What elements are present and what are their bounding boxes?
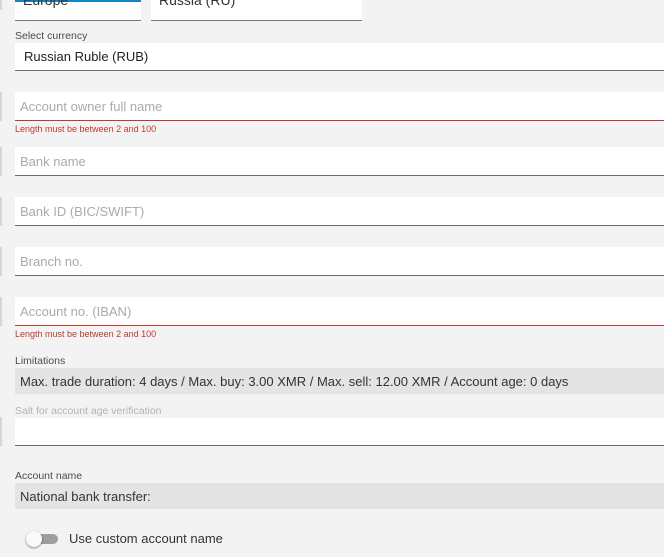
salt-label: Salt for account age verification — [15, 405, 162, 417]
branch-no-input[interactable]: Branch no. — [15, 247, 664, 276]
currency-select[interactable]: Russian Ruble (RUB) — [15, 43, 664, 71]
region-select-value: Europe — [23, 0, 69, 8]
account-name-label: Account name — [15, 470, 83, 482]
left-edge-marker — [0, 297, 2, 326]
account-no-placeholder: Account no. (IBAN) — [20, 303, 132, 319]
account-owner-input[interactable]: Account owner full name — [15, 92, 664, 121]
custom-account-name-toggle[interactable] — [26, 531, 59, 547]
custom-account-name-row[interactable]: Use custom account name — [26, 528, 223, 548]
currency-select-value: Russian Ruble (RUB) — [24, 49, 149, 64]
account-owner-error: Length must be between 2 and 100 — [15, 124, 157, 134]
left-edge-marker — [0, 147, 2, 176]
bank-id-placeholder: Bank ID (BIC/SWIFT) — [20, 203, 145, 219]
country-select[interactable]: Russia (RU) — [151, 0, 362, 21]
limitations-text: Max. trade duration: 4 days / Max. buy: … — [20, 373, 569, 389]
account-name-value: National bank transfer: — [15, 483, 664, 509]
currency-label: Select currency — [15, 30, 88, 42]
limitations-label: Limitations — [15, 355, 66, 367]
country-select-value: Russia (RU) — [159, 0, 236, 8]
left-edge-marker — [0, 92, 2, 121]
payment-account-form: Europe Russia (RU) Select currency Russi… — [0, 0, 664, 557]
bank-id-input[interactable]: Bank ID (BIC/SWIFT) — [15, 197, 664, 226]
bank-name-input[interactable]: Bank name — [15, 147, 664, 176]
left-edge-marker — [0, 247, 2, 276]
account-name-text: National bank transfer: — [20, 488, 151, 504]
salt-input[interactable] — [15, 418, 664, 446]
account-owner-placeholder: Account owner full name — [20, 98, 163, 114]
left-edge-marker — [0, 197, 2, 226]
left-edge-marker — [0, 417, 2, 446]
left-edge-marker — [0, 0, 2, 10]
toggle-knob — [26, 531, 42, 547]
account-no-input[interactable]: Account no. (IBAN) — [15, 297, 664, 326]
limitations-value: Max. trade duration: 4 days / Max. buy: … — [15, 368, 664, 394]
region-select[interactable]: Europe — [15, 0, 141, 21]
account-no-error: Length must be between 2 and 100 — [15, 329, 157, 339]
custom-account-name-label: Use custom account name — [69, 530, 223, 546]
bank-name-placeholder: Bank name — [20, 153, 86, 169]
branch-no-placeholder: Branch no. — [20, 253, 83, 269]
